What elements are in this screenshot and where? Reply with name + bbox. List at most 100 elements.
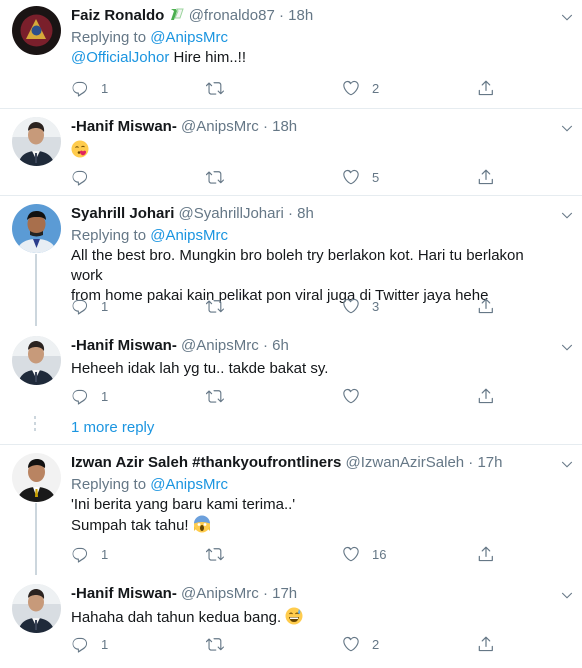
like-icon <box>342 297 360 315</box>
retweet-button[interactable] <box>206 78 224 98</box>
share-button[interactable] <box>477 544 495 564</box>
like-button[interactable]: 5 <box>342 167 379 187</box>
reply-icon <box>71 168 89 186</box>
handle[interactable]: @fronaldo87 <box>189 7 275 24</box>
handle[interactable]: @SyahrillJohari <box>179 205 284 222</box>
display-name[interactable]: Faiz Ronaldo <box>71 7 164 24</box>
display-name[interactable]: -Hanif Miswan- <box>71 118 177 135</box>
replying-to-link[interactable]: @AnipsMrc <box>150 29 228 46</box>
reply-button[interactable]: 1 <box>71 78 108 98</box>
display-name[interactable]: -Hanif Miswan- <box>71 585 177 602</box>
timestamp[interactable]: 8h <box>297 205 314 222</box>
caret-down-icon[interactable] <box>560 340 574 354</box>
like-button[interactable]: 2 <box>342 634 379 654</box>
retweet-button[interactable] <box>206 296 224 316</box>
face-blowing-kiss-emoji <box>71 140 89 158</box>
replying-to-label: Replying to <box>71 227 147 244</box>
mention-link[interactable]: @OfficialJohor <box>71 49 169 66</box>
share-button[interactable] <box>477 634 495 654</box>
grinning-face-with-sweat-emoji <box>285 607 303 625</box>
tweet-text: Heheeh idak lah yg tu.. takde bakat sy. <box>71 360 329 377</box>
reply-count: 1 <box>101 80 109 96</box>
tweet-text: All the best bro. Mungkin bro boleh try … <box>71 247 524 284</box>
caret-down-icon[interactable] <box>560 208 574 222</box>
more-replies-link[interactable]: 1 more reply <box>71 419 154 436</box>
tweet[interactable]: Izwan Azir Saleh #thankyoufrontliners @I… <box>0 445 582 575</box>
share-icon <box>477 168 495 186</box>
tweet[interactable]: Faiz Ronaldo @fronaldo87 · 18h Replying … <box>0 0 582 108</box>
dot-separator: · <box>262 337 268 354</box>
reply-button[interactable]: 1 <box>71 296 108 316</box>
share-button[interactable] <box>477 167 495 187</box>
retweet-icon <box>206 635 224 653</box>
replying-to-link[interactable]: @AnipsMrc <box>150 227 228 244</box>
reply-button[interactable] <box>71 167 89 187</box>
avatar[interactable] <box>12 117 61 166</box>
like-button[interactable]: 2 <box>342 78 379 98</box>
tweet[interactable]: -Hanif Miswan- @AnipsMrc · 6h Heheeh ida… <box>0 330 582 414</box>
caret-down-icon[interactable] <box>560 10 574 24</box>
dot-separator: · <box>278 7 284 24</box>
like-count: 2 <box>372 80 380 96</box>
like-icon <box>342 545 360 563</box>
reply-button[interactable]: 1 <box>71 386 108 406</box>
tweet[interactable]: Syahrill Johari @SyahrillJohari · 8h Rep… <box>0 196 582 326</box>
tweet[interactable]: -Hanif Miswan- @AnipsMrc · 17h Hahaha da… <box>0 578 582 668</box>
timestamp[interactable]: 17h <box>272 585 297 602</box>
retweet-button[interactable] <box>206 634 224 654</box>
avatar[interactable] <box>12 584 61 633</box>
avatar[interactable] <box>12 453 61 502</box>
replying-to-label: Replying to <box>71 476 147 493</box>
like-count: 2 <box>372 636 380 652</box>
like-icon <box>342 635 360 653</box>
face-screaming-in-fear-emoji <box>193 515 210 533</box>
tweet-text: 'Ini berita yang baru kami terima..' <box>71 496 296 513</box>
like-button[interactable] <box>342 386 360 406</box>
share-button[interactable] <box>477 386 495 406</box>
reply-count: 1 <box>101 298 109 314</box>
caret-down-icon[interactable] <box>560 121 574 135</box>
display-name[interactable]: -Hanif Miswan- <box>71 337 177 354</box>
reply-count: 1 <box>101 546 109 562</box>
retweet-button[interactable] <box>206 167 224 187</box>
avatar[interactable] <box>12 204 61 253</box>
reply-icon <box>71 297 89 315</box>
avatar[interactable] <box>12 336 61 385</box>
tweet-text: Hire him..!! <box>169 49 247 66</box>
timestamp[interactable]: 17h <box>477 454 502 471</box>
reply-icon <box>71 635 89 653</box>
reply-icon <box>71 545 89 563</box>
share-button[interactable] <box>477 296 495 316</box>
timestamp[interactable]: 6h <box>272 337 289 354</box>
timestamp[interactable]: 18h <box>272 118 297 135</box>
replying-to-link[interactable]: @AnipsMrc <box>150 476 228 493</box>
handle[interactable]: @AnipsMrc <box>181 337 259 354</box>
caret-down-icon[interactable] <box>560 588 574 602</box>
handle[interactable]: @AnipsMrc <box>181 118 259 135</box>
share-icon <box>477 635 495 653</box>
retweet-button[interactable] <box>206 544 224 564</box>
like-icon <box>342 387 360 405</box>
timestamp[interactable]: 18h <box>288 7 313 24</box>
like-icon <box>342 168 360 186</box>
tweet-text: Hahaha dah tahun kedua bang. <box>71 609 282 626</box>
tweet[interactable]: -Hanif Miswan- @AnipsMrc · 18h 5 <box>0 109 582 195</box>
replying-to-label: Replying to <box>71 29 147 46</box>
handle[interactable]: @IzwanAzirSaleh <box>346 454 465 471</box>
thread-dots <box>34 416 36 434</box>
caret-down-icon[interactable] <box>560 457 574 471</box>
reply-count: 1 <box>101 636 109 652</box>
share-button[interactable] <box>477 78 495 98</box>
like-button[interactable]: 3 <box>342 296 379 316</box>
avatar[interactable] <box>12 6 61 55</box>
dot-separator: · <box>262 118 268 135</box>
retweet-icon <box>206 297 224 315</box>
display-name[interactable]: Syahrill Johari <box>71 205 174 222</box>
reply-button[interactable]: 1 <box>71 544 108 564</box>
reply-button[interactable]: 1 <box>71 634 108 654</box>
retweet-button[interactable] <box>206 386 224 406</box>
handle[interactable]: @AnipsMrc <box>181 585 259 602</box>
display-name[interactable]: Izwan Azir Saleh #thankyoufrontliners <box>71 454 341 471</box>
like-button[interactable]: 16 <box>342 544 386 564</box>
share-icon <box>477 387 495 405</box>
